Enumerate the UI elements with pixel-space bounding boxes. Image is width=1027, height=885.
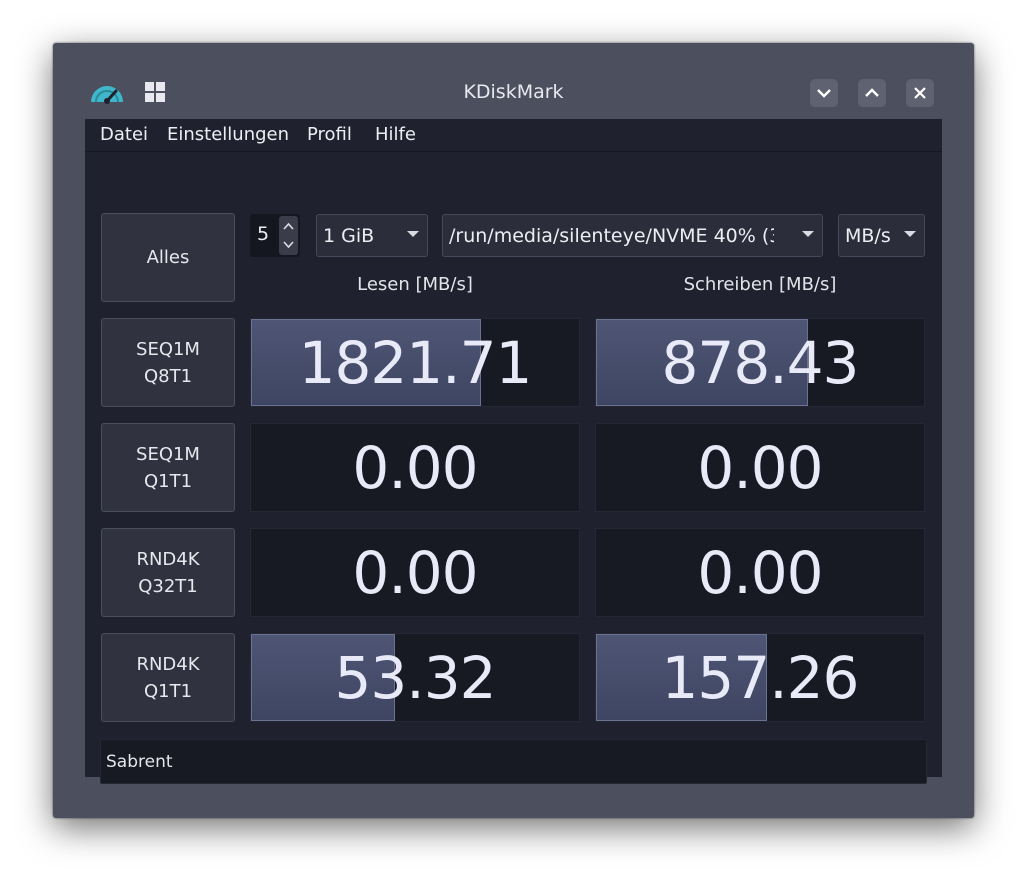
menu-profil[interactable]: Profil (307, 124, 352, 145)
write-result-rnd4k-q32t1: 0.00 (595, 528, 925, 617)
close-button[interactable] (906, 79, 934, 107)
test-button-rnd4k-q32t1[interactable]: RND4K Q32T1 (101, 528, 235, 617)
test-name: SEQ1M (136, 338, 200, 360)
menu-hilfe[interactable]: Hilfe (375, 124, 416, 145)
read-result-rnd4k-q32t1: 0.00 (250, 528, 580, 617)
main-area: Datei Einstellungen Profil Hilfe Alles 5… (85, 119, 942, 784)
runs-spinbox[interactable]: 5 (250, 214, 300, 257)
close-icon (914, 87, 926, 99)
test-params: Q8T1 (143, 365, 193, 387)
minimize-button[interactable] (810, 79, 838, 107)
write-result-rnd4k-q1t1: 157.26 (595, 633, 925, 722)
result-value: 157.26 (661, 643, 860, 712)
test-params: Q1T1 (143, 680, 193, 702)
test-button-rnd4k-q1t1[interactable]: RND4K Q1T1 (101, 633, 235, 722)
read-header: Lesen [MB/s] (357, 274, 473, 295)
test-name: RND4K (136, 653, 200, 675)
dropdown-arrow-icon (407, 231, 419, 237)
chevron-down-icon (817, 89, 831, 98)
size-dropdown[interactable]: 1 GiB (316, 214, 428, 257)
dropdown-arrow-icon (904, 231, 916, 237)
comment-field[interactable]: Sabrent (100, 739, 927, 784)
chevron-up-icon (865, 88, 879, 97)
kdiskmark-window: KDiskMark Datei Einstellungen Profil Hil… (53, 43, 974, 818)
menu-datei[interactable]: Datei (100, 124, 148, 145)
result-value: 0.00 (352, 538, 478, 607)
dropdown-arrow-icon (802, 231, 814, 237)
result-value: 0.00 (697, 538, 823, 607)
test-button-seq1m-q1t1[interactable]: SEQ1M Q1T1 (101, 423, 235, 512)
test-name: SEQ1M (136, 443, 200, 465)
target-dropdown[interactable]: /run/media/silenteye/NVME 40% (385.67 (442, 214, 823, 257)
result-value: 53.32 (334, 643, 496, 712)
menu-einstellungen[interactable]: Einstellungen (167, 124, 289, 145)
size-value: 1 GiB (323, 225, 375, 247)
write-result-seq1m-q1t1: 0.00 (595, 423, 925, 512)
write-result-seq1m-q8t1: 878.43 (595, 318, 925, 407)
test-params: Q32T1 (138, 575, 198, 597)
result-value: 0.00 (352, 433, 478, 502)
unit-dropdown[interactable]: MB/s (838, 214, 925, 257)
result-value: 0.00 (697, 433, 823, 502)
read-result-rnd4k-q1t1: 53.32 (250, 633, 580, 722)
spin-arrows[interactable] (279, 216, 298, 255)
test-button-seq1m-q8t1[interactable]: SEQ1M Q8T1 (101, 318, 235, 407)
menu-bar: Datei Einstellungen Profil Hilfe (85, 119, 942, 152)
title-bar[interactable]: KDiskMark (53, 43, 974, 119)
test-name: RND4K (136, 548, 200, 570)
result-value: 878.43 (661, 328, 860, 397)
runs-value: 5 (257, 223, 270, 245)
write-header: Schreiben [MB/s] (683, 274, 837, 295)
run-all-button[interactable]: Alles (101, 213, 235, 302)
unit-value: MB/s (845, 225, 891, 247)
result-value: 1821.71 (298, 328, 533, 397)
test-params: Q1T1 (143, 470, 193, 492)
read-result-seq1m-q8t1: 1821.71 (250, 318, 580, 407)
target-path: /run/media/silenteye/NVME 40% (385.67 (449, 225, 823, 247)
comment-text: Sabrent (106, 752, 173, 772)
text-fade (774, 215, 822, 256)
up-down-arrows-icon (283, 222, 294, 249)
maximize-button[interactable] (858, 79, 886, 107)
read-result-seq1m-q1t1: 0.00 (250, 423, 580, 512)
